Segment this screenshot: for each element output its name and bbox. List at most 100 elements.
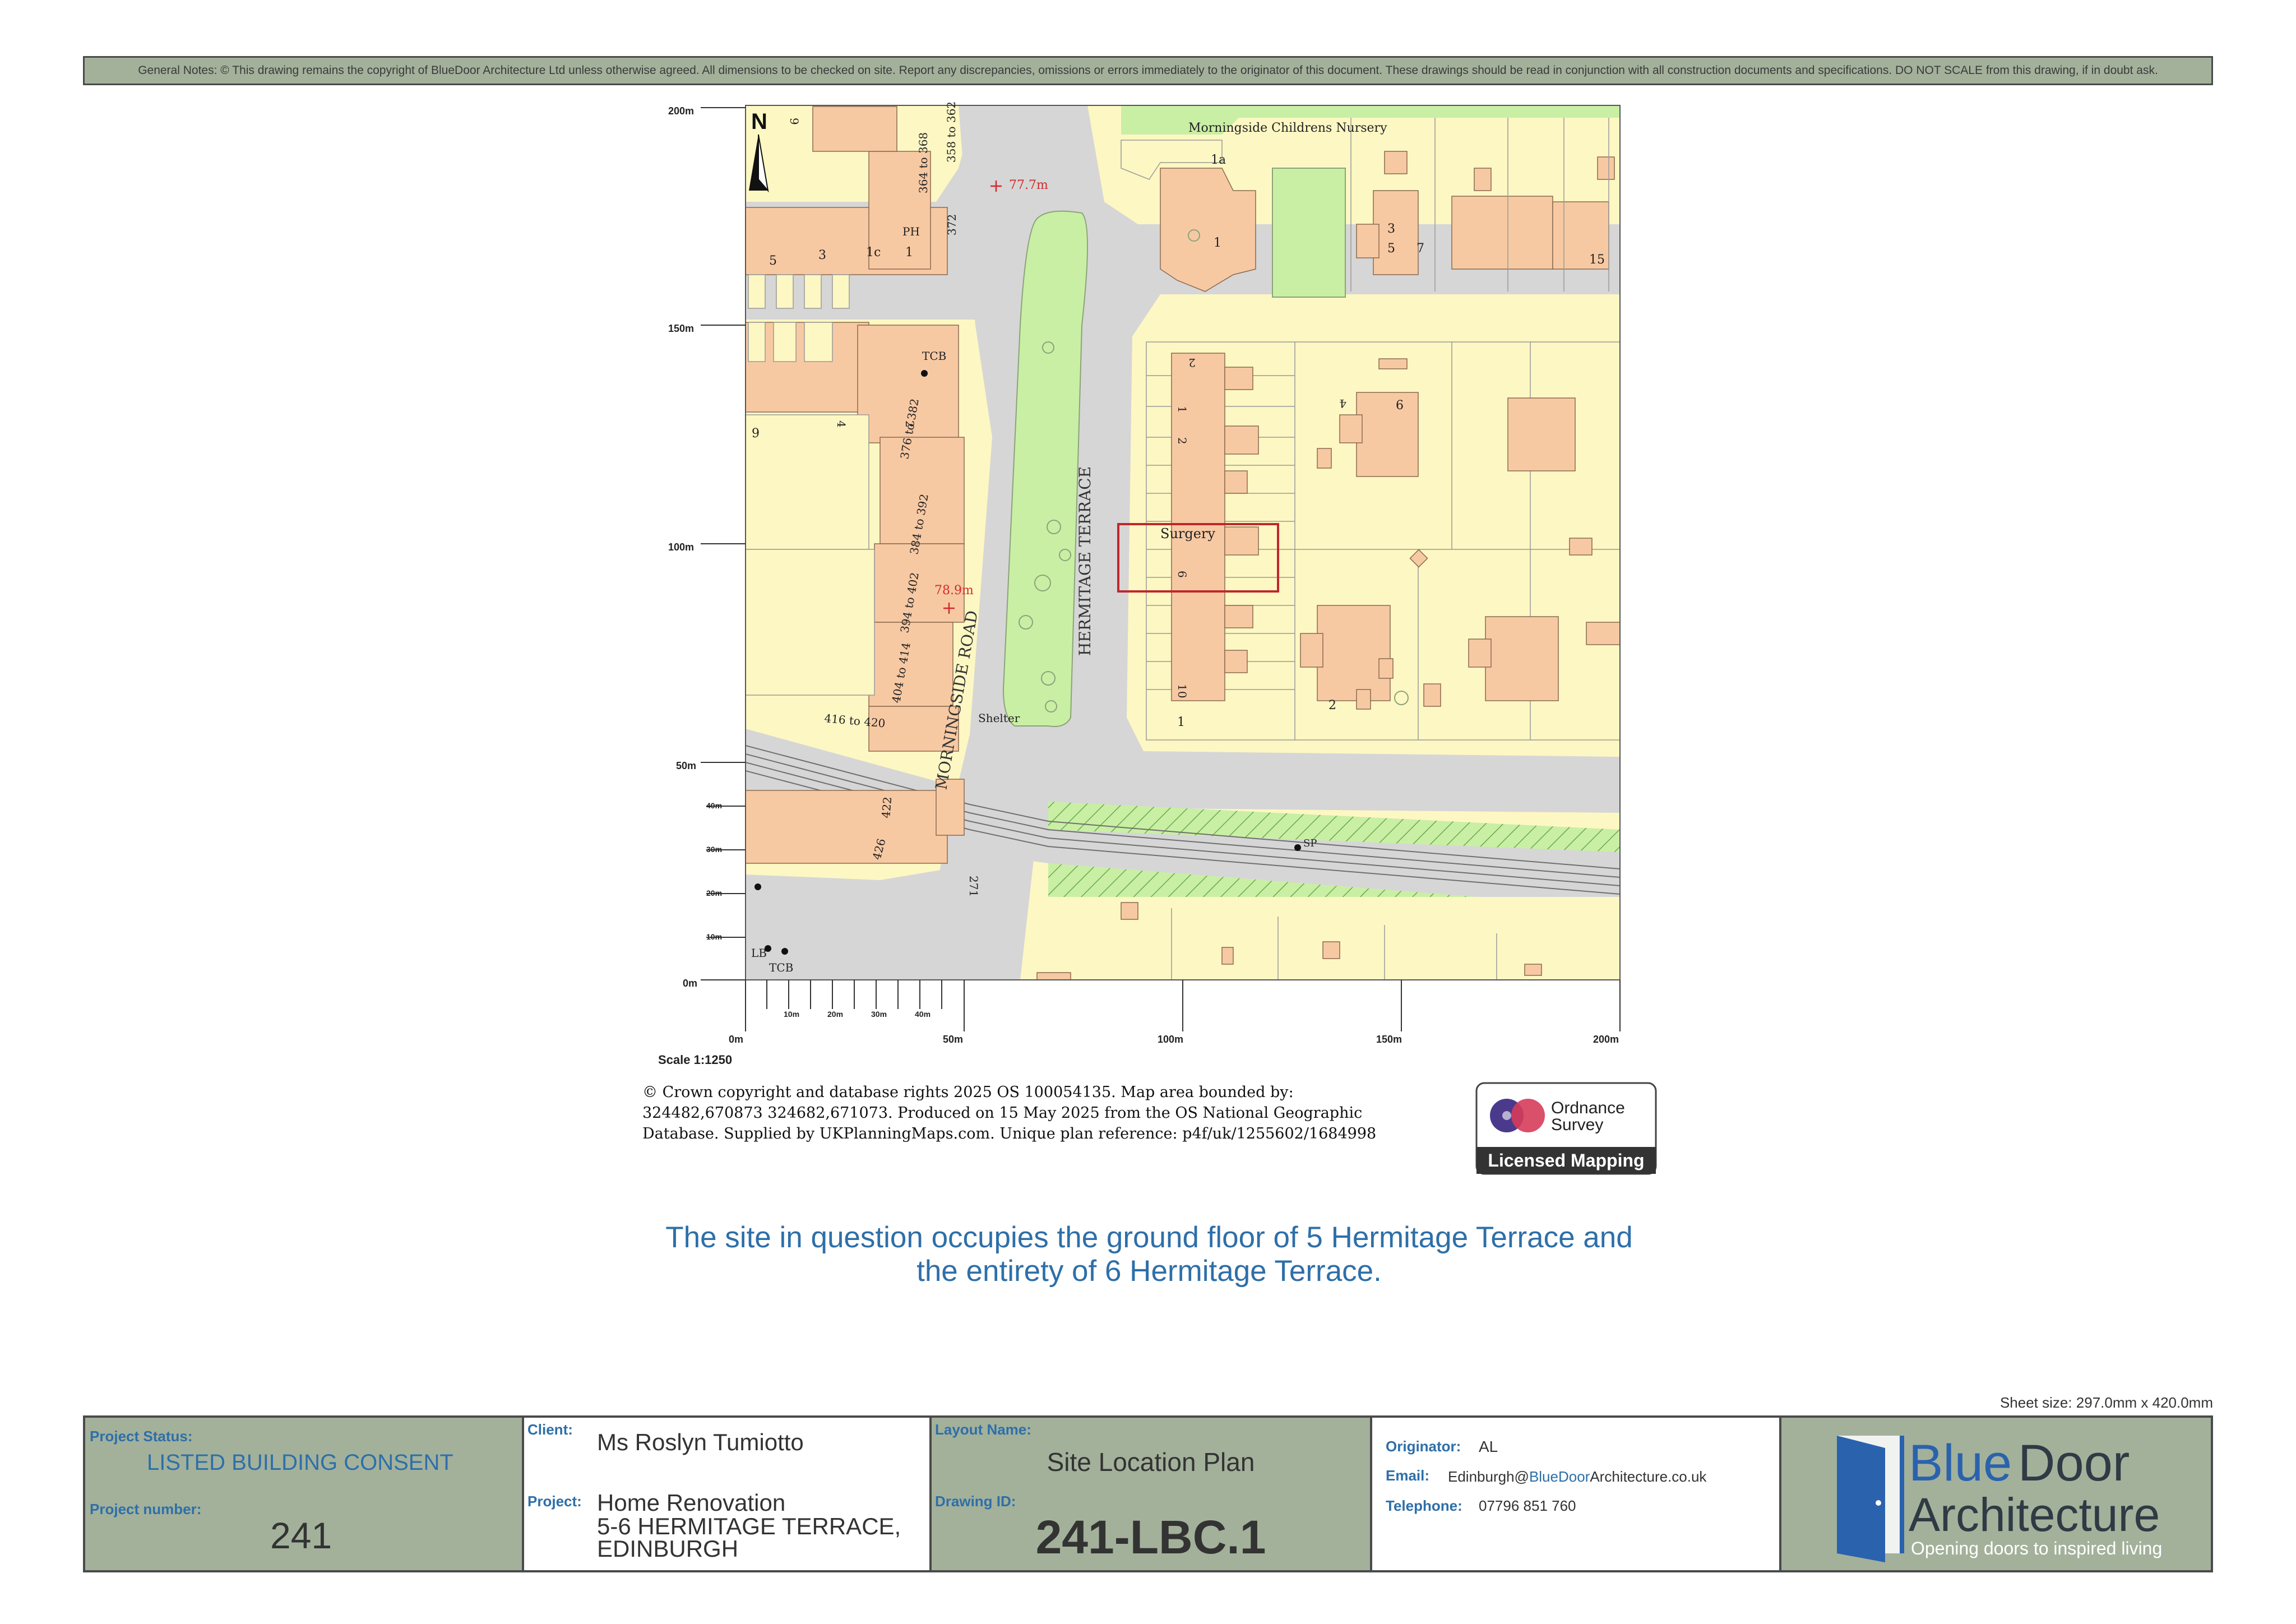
- spot-height-1: 77.7m: [1009, 178, 1048, 192]
- label-9: 9: [752, 427, 760, 441]
- os-logo-badge: Licensed Mapping: [1488, 1150, 1644, 1170]
- logo-tagline: Opening doors to inspired living: [1911, 1538, 2162, 1558]
- scale-bottom-40: 40m: [915, 1010, 931, 1019]
- client-name: Ms Roslyn Tumiotto: [597, 1429, 804, 1455]
- scale-left-10: 10m: [706, 932, 722, 941]
- scale-left-30: 30m: [706, 845, 722, 854]
- scale-left-150: 150m: [668, 323, 694, 334]
- label-271: 271: [967, 876, 980, 897]
- scale-bottom-200: 200m: [1593, 1034, 1619, 1045]
- label-h1b: 1: [1177, 715, 1185, 729]
- email-label: Email:: [1386, 1467, 1430, 1484]
- scale-bottom-50: 50m: [943, 1034, 963, 1045]
- contact-cell: Originator: AL Email: Edinburgh@BlueDoor…: [1372, 1418, 1781, 1570]
- logo-architecture: Architecture: [1909, 1488, 2160, 1541]
- drawing-id-label: Drawing ID:: [935, 1493, 1016, 1510]
- label-h10: 10: [1175, 684, 1189, 698]
- label-h2b: 2: [1175, 437, 1189, 445]
- label-1a: 1a: [1211, 153, 1226, 167]
- os-copyright-text: © Crown copyright and database rights 20…: [642, 1084, 1377, 1142]
- email[interactable]: Edinburgh@BlueDoorArchitecture.co.uk: [1448, 1468, 1706, 1486]
- os-logo-line1: Ordnance: [1551, 1099, 1625, 1117]
- scale-left-0: 0m: [683, 978, 697, 989]
- label-372: 372: [945, 214, 959, 235]
- label-4: 4: [835, 420, 848, 428]
- layout-name: Site Location Plan: [1047, 1447, 1255, 1477]
- project-status-label: Project Status:: [90, 1428, 193, 1445]
- label-15: 15: [1589, 253, 1605, 267]
- label-1c: 1c: [866, 246, 881, 260]
- email-prefix: Edinburgh@: [1448, 1468, 1529, 1485]
- scale-bottom-20: 20m: [827, 1010, 843, 1019]
- scale-left-200: 200m: [668, 105, 694, 117]
- label-1: 1: [1214, 236, 1221, 250]
- scale-bottom-10: 10m: [784, 1010, 799, 1019]
- ordnance-survey-logo: Ordnance Survey Licensed Mapping: [1475, 1082, 1657, 1175]
- label-ph: PH: [902, 225, 920, 238]
- label-h1: 1: [1175, 406, 1189, 413]
- label-422: 422: [879, 796, 894, 818]
- label-shelter: Shelter: [978, 711, 1020, 725]
- label-9b: 9: [788, 118, 801, 125]
- layout-label: Layout Name:: [935, 1421, 1031, 1438]
- project-status-cell: Project Status: LISTED BUILDING CONSENT …: [85, 1418, 524, 1570]
- scale-bottom-150: 150m: [1376, 1034, 1402, 1045]
- scale-bottom-30: 30m: [871, 1010, 887, 1019]
- label-surgery: Surgery: [1160, 526, 1215, 542]
- email-blue: BlueDoor: [1529, 1468, 1590, 1485]
- spot-height-2: 78.9m: [934, 584, 974, 598]
- label-5b: 5: [769, 254, 777, 268]
- layout-cell: Layout Name: Site Location Plan Drawing …: [932, 1418, 1372, 1570]
- logo-blue: Blue: [1909, 1435, 2012, 1492]
- label-h2: 2: [1188, 356, 1196, 369]
- title-block: Project Status: LISTED BUILDING CONSENT …: [83, 1415, 2213, 1572]
- label-358: 358 to 362: [945, 101, 958, 163]
- scale-bottom-100: 100m: [1158, 1034, 1183, 1045]
- project-line1: Home Renovation: [597, 1489, 786, 1516]
- project-number-label: Project number:: [90, 1501, 202, 1517]
- os-logo-line2: Survey: [1551, 1116, 1603, 1134]
- label-7: 7: [1417, 242, 1424, 256]
- telephone[interactable]: 07796 851 760: [1479, 1497, 1576, 1515]
- bluedoor-logo-cell: Blue Door Architecture Opening doors to …: [1781, 1418, 2211, 1570]
- site-location-map: N MORNINGSIDE ROAD HERMITAGE TERRACE 77.…: [656, 101, 1642, 1076]
- site-statement: The site in question occupies the ground…: [665, 1221, 1633, 1288]
- label-e6: 6: [1396, 399, 1404, 413]
- label-h6: 6: [1175, 571, 1189, 578]
- scale-left-40: 40m: [706, 801, 722, 810]
- door-icon: [1837, 1436, 1904, 1562]
- label-nursery: Morningside Childrens Nursery: [1188, 121, 1387, 135]
- label-tcb-1: TCB: [922, 349, 946, 363]
- label-sp: SP: [1303, 838, 1317, 849]
- general-notes: General Notes: © This drawing remains th…: [83, 56, 2213, 85]
- scale-bottom-0: 0m: [729, 1034, 743, 1045]
- scale-left-50: 50m: [676, 760, 696, 771]
- originator-label: Originator:: [1386, 1438, 1461, 1455]
- sheet-size: Sheet size: 297.0mm x 420.0mm: [1999, 1394, 2213, 1411]
- north-label: N: [751, 109, 767, 134]
- scale-left-100: 100m: [668, 542, 694, 553]
- label-364: 364 to 368: [916, 132, 930, 193]
- telephone-label: Telephone:: [1386, 1497, 1462, 1514]
- label-e2: 2: [1328, 698, 1336, 712]
- project-label: Project:: [527, 1493, 582, 1510]
- label-e4: 4: [1339, 397, 1346, 410]
- project-line3: EDINBURGH: [597, 1535, 739, 1562]
- label-3b: 3: [818, 248, 826, 262]
- bluedoor-logo: Blue Door Architecture Opening doors to …: [1835, 1430, 2171, 1565]
- client-label: Client:: [527, 1421, 573, 1438]
- road-label-hermitage: HERMITAGE TERRACE: [1076, 466, 1094, 656]
- project-number: 241: [270, 1515, 332, 1556]
- scale-left-20: 20m: [706, 889, 722, 897]
- label-1b: 1: [905, 246, 913, 260]
- label-5: 5: [1387, 242, 1395, 256]
- label-lb: LB: [751, 946, 767, 960]
- email-suffix: Architecture.co.uk: [1590, 1468, 1707, 1485]
- logo-door: Door: [2018, 1435, 2130, 1492]
- project-status: LISTED BUILDING CONSENT: [147, 1450, 453, 1475]
- client-cell: Client: Ms Roslyn Tumiotto Project: Home…: [524, 1418, 932, 1570]
- drawing-id: 241-LBC.1: [1035, 1511, 1266, 1563]
- label-3: 3: [1387, 222, 1395, 236]
- label-tcb-2: TCB: [769, 961, 793, 974]
- scale-ratio: Scale 1:1250: [658, 1053, 732, 1067]
